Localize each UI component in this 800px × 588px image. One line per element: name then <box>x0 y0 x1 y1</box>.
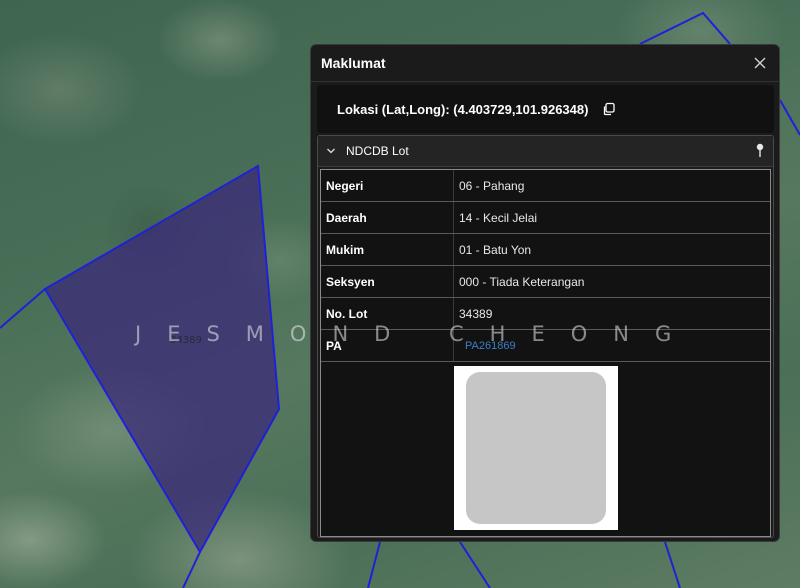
row-value: 14 - Kecil Jelai <box>453 201 770 234</box>
row-key: No. Lot <box>321 297 454 330</box>
lot-boundary-line <box>0 288 46 329</box>
pin-icon <box>756 143 764 157</box>
close-icon <box>754 57 766 69</box>
chevron-down-icon[interactable] <box>326 146 336 156</box>
row-key: Seksyen <box>321 265 454 298</box>
attributes-table: Negeri 06 - Pahang Daerah 14 - Kecil Jel… <box>320 169 771 537</box>
table-row: PA PA261869 <box>321 329 770 362</box>
copy-button[interactable] <box>602 102 616 116</box>
panel-header: Maklumat <box>311 45 779 82</box>
lot-polygon[interactable] <box>43 164 281 555</box>
location-text: Lokasi (Lat,Long): (4.403729,101.926348) <box>337 101 589 117</box>
lot-boundary-line <box>182 551 201 588</box>
table-row: Seksyen 000 - Tiada Keterangan <box>321 265 770 298</box>
table-row: No. Lot 34389 <box>321 297 770 330</box>
ndcdb-lot-section: NDCDB Lot Negeri 06 - Pahang Daerah 14 -… <box>317 135 774 538</box>
photo-row <box>321 362 770 534</box>
pin-button[interactable] <box>755 143 765 159</box>
copy-icon <box>604 102 616 116</box>
row-key: Negeri <box>321 170 454 202</box>
lot-photo[interactable] <box>453 366 618 530</box>
row-key: PA <box>321 329 454 362</box>
row-key: Mukim <box>321 233 454 266</box>
table-row: Mukim 01 - Batu Yon <box>321 233 770 266</box>
lot-boundary-line <box>639 11 731 45</box>
section-label: NDCDB Lot <box>346 144 409 158</box>
row-value: 000 - Tiada Keterangan <box>453 265 770 298</box>
table-row: Negeri 06 - Pahang <box>321 170 770 202</box>
lot-boundary-line <box>664 541 681 588</box>
close-button[interactable] <box>751 54 769 72</box>
lot-number-label: 34389 <box>170 335 202 346</box>
panel-title: Maklumat <box>321 55 386 71</box>
photo-placeholder <box>465 372 606 524</box>
location-box: Lokasi (Lat,Long): (4.403729,101.926348) <box>317 85 774 133</box>
info-panel: Maklumat Lokasi (Lat,Long): (4.403729,10… <box>310 44 780 542</box>
lot-boundary-line <box>367 541 381 588</box>
row-value: 34389 <box>453 297 770 330</box>
lot-boundary-line <box>459 541 491 588</box>
pa-link[interactable]: PA261869 <box>465 340 516 352</box>
row-key: Daerah <box>321 201 454 234</box>
table-row: Daerah 14 - Kecil Jelai <box>321 201 770 234</box>
row-value: 06 - Pahang <box>453 170 770 202</box>
lot-boundary-line <box>779 99 800 136</box>
row-value: 01 - Batu Yon <box>453 233 770 266</box>
section-header[interactable]: NDCDB Lot <box>318 136 773 167</box>
